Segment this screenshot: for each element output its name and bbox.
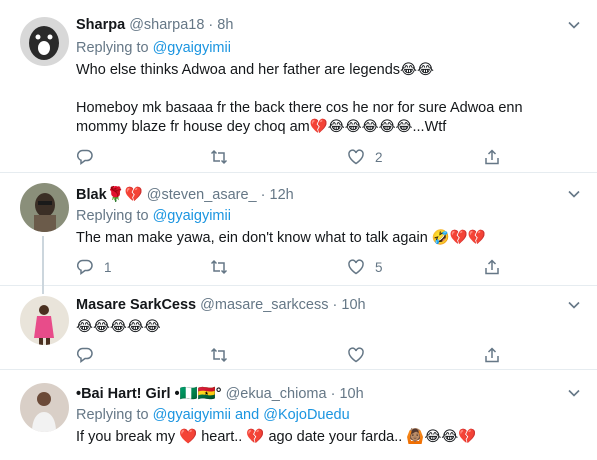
- user-handle[interactable]: @steven_asare_: [147, 187, 257, 203]
- share-button[interactable]: [483, 257, 501, 277]
- chevron-down-icon[interactable]: [567, 298, 581, 312]
- thread-line: [42, 236, 44, 286]
- reply-button[interactable]: [76, 147, 104, 167]
- tweet-text-line: If you break my ❤️ heart.. 💔 ago date yo…: [76, 429, 477, 445]
- avatar[interactable]: [20, 17, 69, 66]
- share-button[interactable]: [483, 147, 501, 167]
- display-name[interactable]: Masare SarkCess: [76, 297, 196, 313]
- retweet-button[interactable]: [210, 257, 228, 277]
- tweet-actions: [76, 345, 516, 365]
- thread-line: [42, 286, 44, 294]
- display-name[interactable]: •Bai Hart! Girl •🇳🇬🇬🇭°: [76, 386, 222, 402]
- tweet-header: Blak🌹💔 @steven_asare_ · 12h: [76, 186, 294, 203]
- tweet-text-line: 😂😂😂😂😂: [76, 319, 161, 335]
- separator-dot: ·: [260, 187, 266, 203]
- display-name[interactable]: Sharpa: [76, 17, 125, 33]
- retweet-button[interactable]: [210, 147, 228, 167]
- tweet-header: Masare SarkCess @masare_sarkcess · 10h: [76, 297, 366, 313]
- tweet-text-line: Homeboy mk basaaa fr the back there cos …: [76, 100, 523, 116]
- chevron-down-icon[interactable]: [567, 386, 581, 400]
- separator-dot: ·: [330, 386, 336, 402]
- heart-icon: [348, 347, 364, 363]
- heart-icon: [348, 259, 364, 275]
- reply-button[interactable]: 1: [76, 257, 112, 277]
- separator-dot: ·: [208, 17, 214, 33]
- tweet-bai-hart[interactable]: •Bai Hart! Girl •🇳🇬🇬🇭° @ekua_chioma · 10…: [0, 370, 597, 460]
- reply-count: 1: [104, 259, 112, 275]
- like-count: 5: [375, 259, 383, 275]
- tweet-text-line: The man make yawa, ein don't know what t…: [76, 230, 486, 246]
- share-icon: [485, 149, 499, 165]
- reply-button[interactable]: [76, 345, 104, 365]
- like-button[interactable]: 2: [347, 147, 383, 167]
- display-name[interactable]: Blak🌹💔: [76, 187, 143, 203]
- replying-to-label: Replying to: [76, 40, 153, 56]
- replying-to-label: Replying to: [76, 208, 153, 224]
- timestamp[interactable]: 8h: [217, 17, 233, 33]
- chevron-down-icon[interactable]: [567, 18, 581, 32]
- share-icon: [485, 259, 499, 275]
- avatar[interactable]: [20, 296, 69, 345]
- reply-mention[interactable]: @gyaigyimii: [153, 407, 231, 423]
- retweet-icon: [210, 347, 228, 363]
- user-handle[interactable]: @masare_sarkcess: [200, 297, 328, 313]
- tweet-actions: 2: [76, 147, 516, 167]
- tweet-sharpa[interactable]: Sharpa @sharpa18 · 8h Replying to @gyaig…: [0, 0, 597, 173]
- like-button[interactable]: 5: [347, 257, 383, 277]
- separator-dot: ·: [332, 297, 338, 313]
- reply-mention-2[interactable]: @KojoDuedu: [263, 407, 349, 423]
- replying-to: Replying to @gyaigyimii and @KojoDuedu: [76, 407, 350, 423]
- timestamp[interactable]: 12h: [270, 187, 294, 203]
- like-count: 2: [375, 149, 383, 165]
- avatar[interactable]: [20, 183, 69, 232]
- avatar[interactable]: [20, 383, 69, 432]
- heart-icon: [348, 149, 364, 165]
- user-handle[interactable]: @sharpa18: [129, 17, 204, 33]
- tweet-masare[interactable]: Masare SarkCess @masare_sarkcess · 10h 😂…: [0, 286, 597, 370]
- retweet-button[interactable]: [210, 345, 228, 365]
- reply-mention[interactable]: @gyaigyimii: [153, 208, 231, 224]
- reply-icon: [76, 259, 93, 275]
- chevron-down-icon[interactable]: [567, 187, 581, 201]
- retweet-icon: [210, 259, 228, 275]
- reply-icon: [76, 347, 93, 363]
- user-handle[interactable]: @ekua_chioma: [226, 386, 327, 402]
- reply-conjunction: and: [230, 407, 264, 423]
- reply-mention[interactable]: @gyaigyimii: [153, 40, 231, 56]
- replying-to: Replying to @gyaigyimii: [76, 40, 231, 56]
- tweet-header: •Bai Hart! Girl •🇳🇬🇬🇭° @ekua_chioma · 10…: [76, 385, 364, 402]
- timestamp[interactable]: 10h: [341, 297, 365, 313]
- tweet-text-line: Who else thinks Adwoa and her father are…: [76, 62, 434, 78]
- like-button[interactable]: [347, 345, 375, 365]
- retweet-icon: [210, 149, 228, 165]
- tweet-text-line: mommy blaze fr house dey choq am💔😂😂😂😂😂..…: [76, 119, 447, 135]
- share-icon: [485, 347, 499, 363]
- share-button[interactable]: [483, 345, 501, 365]
- tweet-header: Sharpa @sharpa18 · 8h: [76, 17, 233, 33]
- replying-to: Replying to @gyaigyimii: [76, 208, 231, 224]
- reply-icon: [76, 149, 93, 165]
- timestamp[interactable]: 10h: [339, 386, 363, 402]
- tweet-actions: 1 5: [76, 257, 516, 277]
- tweet-blak[interactable]: Blak🌹💔 @steven_asare_ · 12h Replying to …: [0, 173, 597, 286]
- replying-to-label: Replying to: [76, 407, 153, 423]
